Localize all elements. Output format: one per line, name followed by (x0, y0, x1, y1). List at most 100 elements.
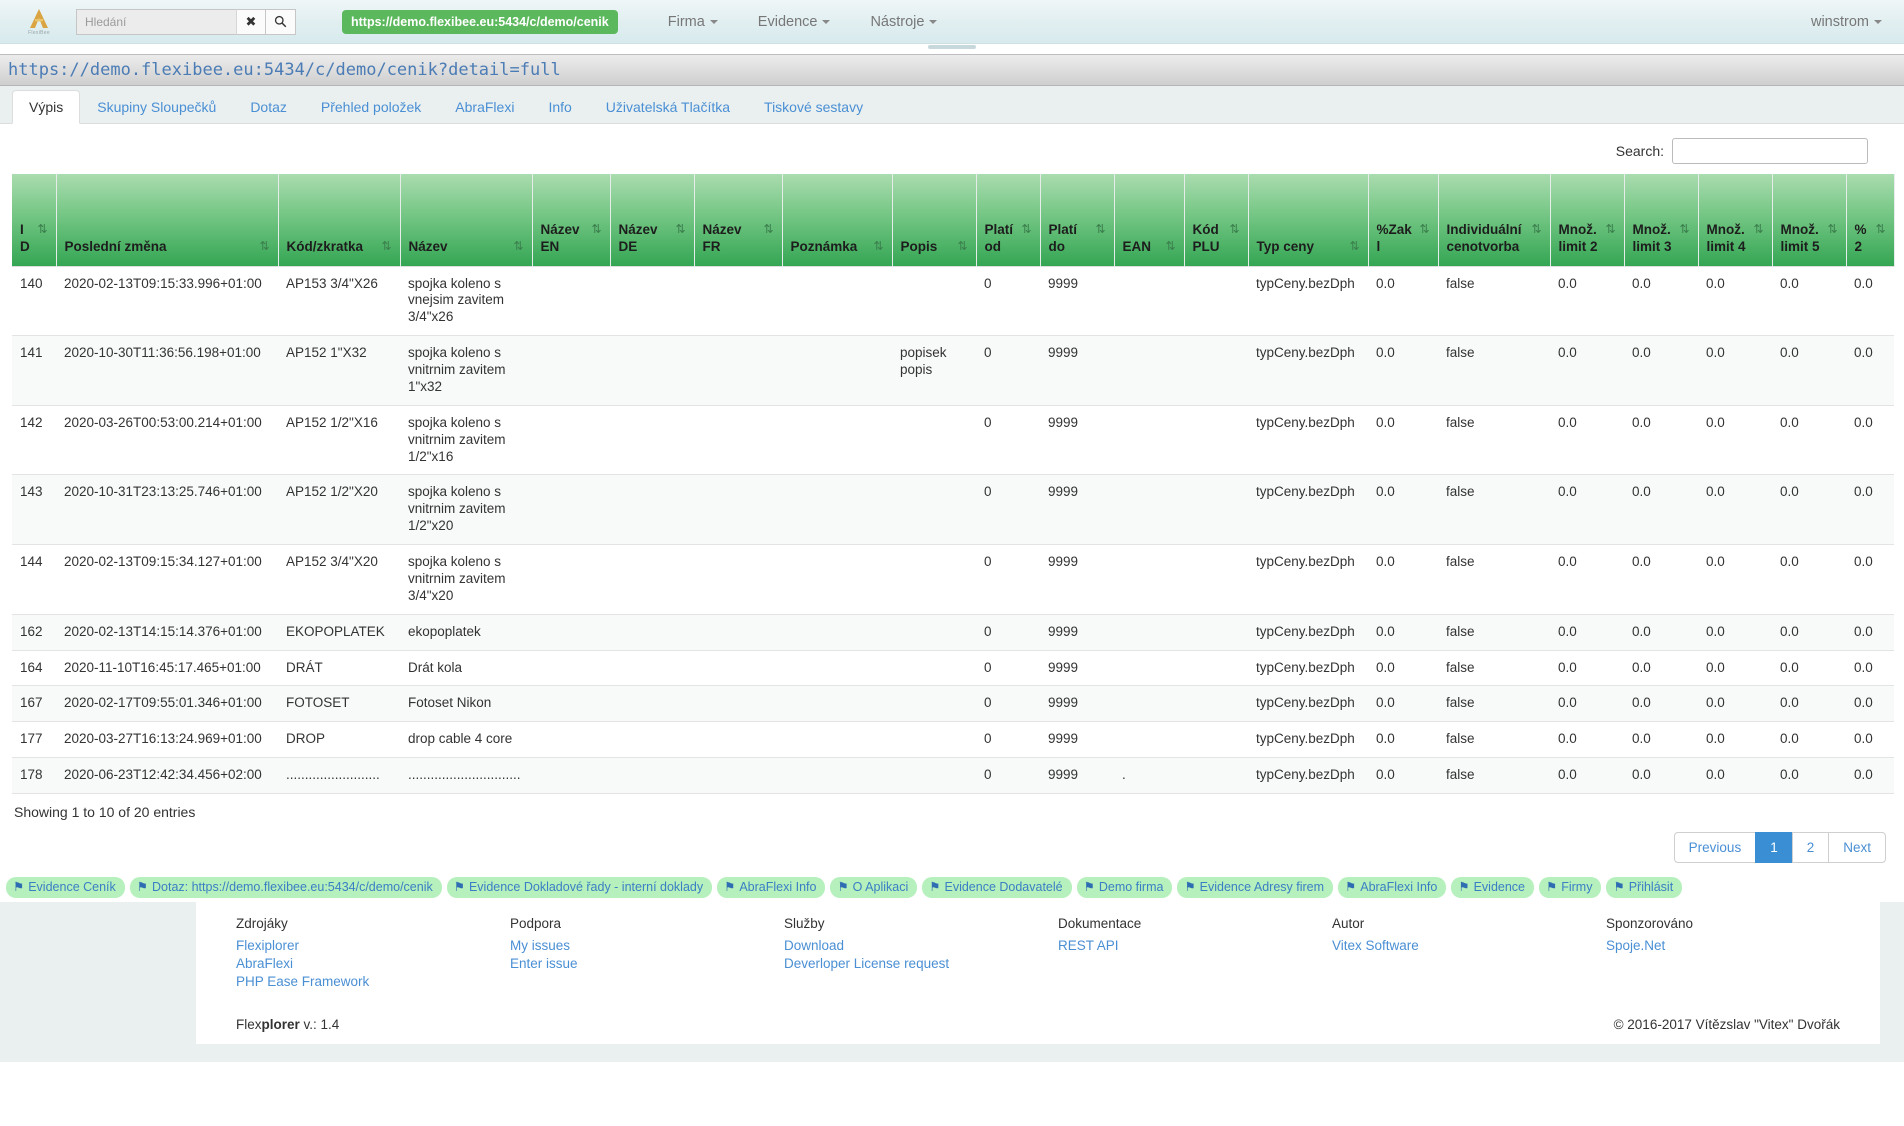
footer-link[interactable]: Flexiplorer (236, 937, 510, 955)
user-menu[interactable]: winstrom (1805, 8, 1888, 36)
tab-skupiny-sloupe-k-[interactable]: Skupiny Sloupečků (80, 90, 233, 123)
footer-link[interactable]: Deverloper License request (784, 955, 1058, 973)
app-logo[interactable]: FlexiBee (16, 5, 62, 39)
tab-v-pis[interactable]: Výpis (12, 90, 81, 124)
table-search-input[interactable] (1672, 138, 1868, 164)
table-cell: 9999 (1040, 265, 1114, 337)
table-row[interactable]: 162 2020-02-13T14:15:14.376+01:00 EKOPOPLA… (12, 614, 1894, 651)
bookmark-icon: ⚑ (136, 879, 148, 894)
column-header[interactable]: ⇅ ID (12, 174, 57, 266)
tab-dotaz[interactable]: Dotaz (233, 90, 304, 123)
bookmark-item[interactable]: ⚑ Evidence Ceník (6, 877, 125, 898)
table-cell (782, 405, 892, 476)
table-cell: 0.0 (1624, 685, 1698, 723)
column-header[interactable]: ⇅ Popis (892, 174, 977, 266)
navbar-resize-handle[interactable] (928, 45, 976, 49)
table-cell (1184, 405, 1248, 476)
column-header[interactable]: ⇅ Množ. limit 2 (1550, 174, 1625, 266)
bookmark-item[interactable]: ⚑ O Aplikaci (830, 877, 918, 898)
nav-item-evidence[interactable]: Evidence (738, 8, 851, 36)
column-header[interactable]: ⇅ Název EN (532, 174, 611, 266)
table-cell: 0.0 (1772, 474, 1846, 545)
column-header[interactable]: ⇅ Kód PLU (1184, 174, 1249, 266)
table-cell: typCeny.bezDph (1248, 650, 1368, 687)
url-bar[interactable]: https://demo.flexibee.eu:5434/c/demo/cen… (0, 54, 1904, 86)
column-header[interactable]: ⇅ Kód/zkratka (278, 174, 401, 266)
table-row[interactable]: 142 2020-03-26T00:53:00.214+01:00 AP152 1/… (12, 405, 1894, 476)
bookmark-item[interactable]: ⚑ Demo firma (1076, 877, 1173, 898)
table-cell: 0.0 (1846, 474, 1894, 545)
column-header[interactable]: ⇅ % 2 (1846, 174, 1895, 266)
tab-abraflexi[interactable]: AbraFlexi (438, 90, 531, 123)
column-header[interactable]: ⇅ Poslední změna (56, 174, 279, 266)
table-row[interactable]: 141 2020-10-30T11:36:56.198+01:00 AP152 1"… (12, 335, 1894, 406)
footer-link[interactable]: Download (784, 937, 1058, 955)
column-header-label: Kód/zkratka (286, 238, 364, 254)
footer-link[interactable]: My issues (510, 937, 784, 955)
table-row[interactable]: 143 2020-10-31T23:13:25.746+01:00 AP152 1/… (12, 474, 1894, 545)
column-header[interactable]: ⇅ EAN (1114, 174, 1185, 266)
bookmark-item[interactable]: ⚑ Evidence Dodavatelé (922, 877, 1072, 898)
table-cell: false (1438, 614, 1550, 651)
table-cell: 177 (12, 721, 56, 759)
column-header[interactable]: ⇅ Název DE (610, 174, 695, 266)
bookmark-item[interactable]: ⚑ Dotaz: https://demo.flexibee.eu:5434/c/… (129, 877, 442, 898)
table-cell: typCeny.bezDph (1248, 757, 1368, 794)
column-header[interactable]: ⇅ Název FR (694, 174, 783, 266)
table-row[interactable]: 178 2020-06-23T12:42:34.456+02:00........… (12, 757, 1894, 794)
table-row[interactable]: 164 2020-11-10T16:45:17.465+01:00 DRÁT Drát… (12, 650, 1894, 687)
column-header[interactable]: ⇅ Typ ceny (1248, 174, 1369, 266)
table-cell (610, 685, 694, 723)
footer-link[interactable]: AbraFlexi (236, 955, 510, 973)
table-row[interactable]: 177 2020-03-27T16:13:24.969+01:00 DROP drop… (12, 721, 1894, 759)
sort-arrows-icon: ⇅ (873, 238, 884, 253)
pagination-previous[interactable]: Previous (1673, 832, 1757, 863)
column-header[interactable]: ⇅ Množ. limit 3 (1624, 174, 1699, 266)
pagination-next[interactable]: Next (1828, 832, 1886, 863)
tab-p-ehled-polo-ek[interactable]: Přehled položek (304, 90, 438, 123)
footer-link[interactable]: Spoje.Net (1606, 937, 1880, 955)
column-header[interactable]: ⇅ %Zakl (1368, 174, 1439, 266)
bookmark-item[interactable]: ⚑ Firmy (1539, 877, 1602, 898)
nav-item-nastroje[interactable]: Nástroje (850, 8, 957, 36)
tab-tiskov-sestavy[interactable]: Tiskové sestavy (747, 90, 880, 123)
footer-column: Dokumentace REST API (1058, 916, 1332, 992)
search-input[interactable] (76, 8, 236, 35)
column-header[interactable]: ⇅ Poznámka (782, 174, 893, 266)
column-header[interactable]: ⇅ Platí od (976, 174, 1041, 266)
table-cell (694, 544, 782, 615)
footer-link[interactable]: REST API (1058, 937, 1332, 955)
column-header[interactable]: ⇅ Název (400, 174, 533, 266)
clear-search-button[interactable]: ✖ (236, 8, 266, 35)
table-row[interactable]: 140 2020-02-13T09:15:33.996+01:00 AP153 3/… (12, 265, 1894, 337)
bookmark-item[interactable]: ⚑ AbraFlexi Info (1338, 877, 1447, 898)
footer-link[interactable]: Vitex Software (1332, 937, 1606, 955)
current-url-badge[interactable]: https://demo.flexibee.eu:5434/c/demo/cen… (342, 9, 618, 34)
bookmark-item[interactable]: ⚑ Evidence Adresy firem (1177, 877, 1334, 898)
flexibee-logo-icon (30, 9, 48, 28)
column-header-label: Název EN (540, 221, 580, 254)
pagination-page-2[interactable]: 2 (1791, 832, 1830, 863)
tab-u-ivatelsk-tla-tka[interactable]: Uživatelská Tlačítka (589, 90, 747, 123)
table-cell: 2020-06-23T12:42:34.456+02:00 (56, 757, 278, 794)
table-row[interactable]: 144 2020-02-13T09:15:34.127+01:00 AP152 3/… (12, 544, 1894, 615)
tab-info[interactable]: Info (531, 90, 588, 123)
chevron-down-icon (1874, 19, 1882, 24)
bookmark-item[interactable]: ⚑ Evidence Dokladové řady - interní dokla… (446, 877, 713, 898)
search-icon[interactable] (266, 8, 296, 35)
pagination-page-1[interactable]: 1 (1755, 832, 1793, 863)
footer-link[interactable]: Enter issue (510, 955, 784, 973)
table-cell: 0.0 (1772, 405, 1846, 476)
table-row[interactable]: 167 2020-02-17T09:55:01.346+01:00 FOTOSET F… (12, 685, 1894, 723)
column-header[interactable]: ⇅ Platí do (1040, 174, 1115, 266)
column-header[interactable]: ⇅ Množ. limit 5 (1772, 174, 1847, 266)
column-header[interactable]: ⇅ Množ. limit 4 (1698, 174, 1773, 266)
footer-link[interactable]: PHP Ease Framework (236, 973, 510, 991)
bookmark-label: Evidence Adresy firem (1199, 880, 1325, 894)
bookmark-item[interactable]: ⚑ AbraFlexi Info (717, 877, 826, 898)
nav-item-firma[interactable]: Firma (648, 8, 738, 36)
bookmark-item[interactable]: ⚑ Přihlásit (1606, 877, 1683, 898)
column-header[interactable]: ⇅ Individuální cenotvorba (1438, 174, 1551, 266)
table-cell: 0.0 (1624, 544, 1698, 615)
bookmark-item[interactable]: ⚑ Evidence (1451, 877, 1535, 898)
